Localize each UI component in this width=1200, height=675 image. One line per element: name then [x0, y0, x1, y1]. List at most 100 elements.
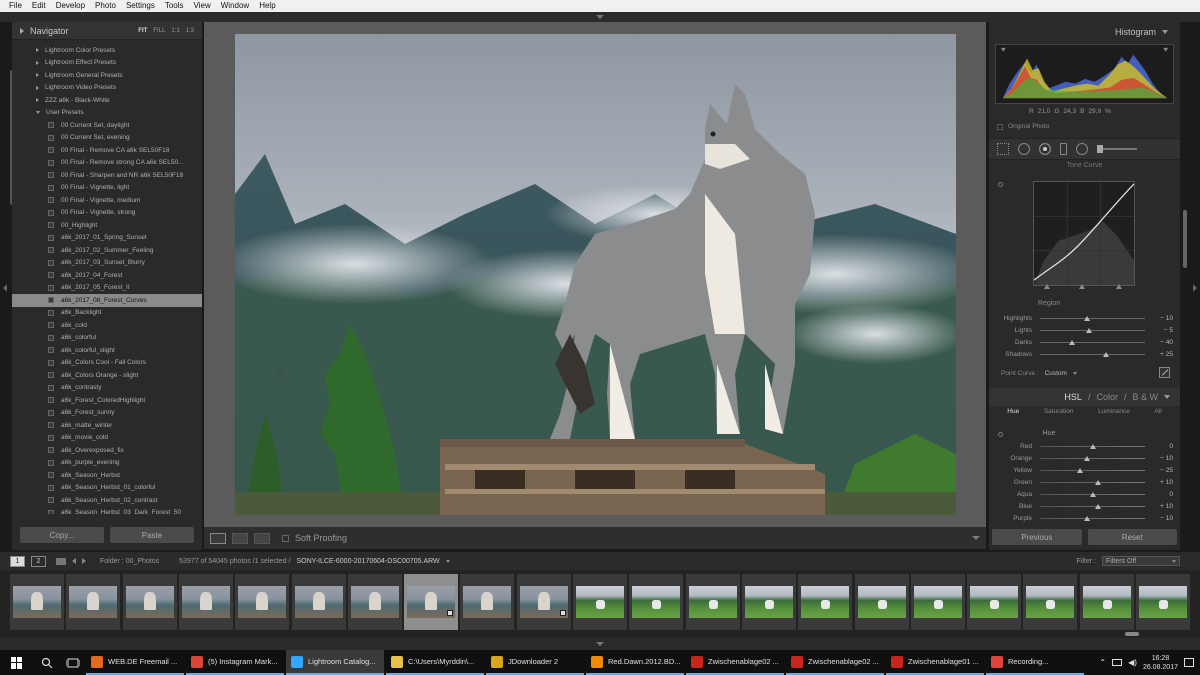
hsl-mode-tab[interactable]: Color	[1096, 392, 1118, 402]
grid-view-icon[interactable]	[56, 557, 66, 565]
curve-split-handles[interactable]	[1033, 284, 1135, 290]
bottom-panel-strip[interactable]	[0, 638, 1200, 650]
hsl-tab-luminance[interactable]: Luminance	[1098, 408, 1130, 422]
preset-item[interactable]: 00 Final - Vignette, strong	[12, 207, 202, 220]
zoom-option[interactable]: 1:3	[186, 28, 194, 34]
zoom-option[interactable]: 1:1	[171, 28, 179, 34]
split-handle-icon[interactable]	[1079, 284, 1085, 289]
taskbar-app[interactable]: Zwischenablage02 ...	[686, 650, 784, 675]
preset-item[interactable]: a6k_Season_Herbst_03_Dark_Forest_50	[12, 507, 202, 514]
filmstrip-thumbnail[interactable]	[1136, 574, 1190, 630]
red-eye-icon[interactable]	[1039, 143, 1051, 155]
slider-row-purple[interactable]: Purple − 10	[989, 512, 1180, 524]
preset-item[interactable]: a6k_cold	[12, 319, 202, 332]
thumbnail-image[interactable]	[744, 586, 793, 618]
chevron-down-icon[interactable]	[445, 559, 450, 563]
radial-filter-icon[interactable]	[1076, 143, 1088, 155]
filmstrip-thumbnail[interactable]	[741, 574, 796, 630]
slider-track[interactable]	[1040, 467, 1145, 473]
preset-item[interactable]: a6k_Season_Herbst_02_contrast	[12, 494, 202, 507]
preset-item[interactable]: a6k_Season_Herbst	[12, 469, 202, 482]
preset-item[interactable]: a6k_Forest_sunny	[12, 407, 202, 420]
menu-item-window[interactable]: Window	[216, 0, 254, 12]
menu-item-view[interactable]: View	[189, 0, 216, 12]
windows-start-icon[interactable]	[11, 656, 23, 669]
preset-item[interactable]: 00 Current Set, daylight	[12, 119, 202, 132]
hsl-mode-tab[interactable]: HSL	[1064, 392, 1082, 402]
thumbnail-image[interactable]	[350, 586, 399, 618]
preset-folder[interactable]: Lightroom Effect Presets	[12, 57, 202, 70]
filmstrip-thumbnail[interactable]	[291, 574, 346, 630]
slider-value[interactable]: − 40	[1145, 339, 1173, 346]
filmstrip-thumbnail[interactable]	[1023, 574, 1078, 630]
slider-row-blue[interactable]: Blue + 10	[989, 500, 1180, 512]
filmstrip-thumbnail[interactable]	[573, 574, 627, 630]
preset-item[interactable]: a6k_colorful_slight	[12, 344, 202, 357]
histogram-header[interactable]: Histogram	[989, 22, 1180, 42]
thumbnail-image[interactable]	[970, 586, 1019, 618]
preset-item[interactable]: 00 Final - Sharpen and NR a6k SEL50F18	[12, 169, 202, 182]
filmstrip-thumbnail[interactable]	[235, 574, 290, 630]
forward-arrow-icon[interactable]	[82, 558, 86, 564]
slider-value[interactable]: − 10	[1145, 315, 1173, 322]
slider-value[interactable]: − 5	[1145, 327, 1173, 334]
filmstrip-scrollbar[interactable]	[1125, 632, 1139, 636]
slider-row-shadows[interactable]: Shadows + 25	[989, 348, 1180, 360]
taskbar-app[interactable]: JDownloader 2	[486, 650, 584, 675]
slider-row-darks[interactable]: Darks − 40	[989, 336, 1180, 348]
point-curve-value[interactable]: Custom	[1045, 370, 1067, 377]
preset-item[interactable]: 00 Final - Vignette, medium	[12, 194, 202, 207]
preset-item[interactable]: a6k_2017_04_Forest	[12, 269, 202, 282]
thumbnail-image[interactable]	[463, 586, 512, 618]
slider-thumb[interactable]	[1076, 467, 1083, 473]
slider-track[interactable]	[1040, 491, 1145, 497]
preset-item[interactable]: 00 Final - Vignette, light	[12, 182, 202, 195]
slider-track[interactable]	[1040, 327, 1145, 333]
preset-item[interactable]: a6k_Overexposed_fix	[12, 444, 202, 457]
slider-value[interactable]: + 10	[1145, 503, 1173, 510]
curve-edit-icon[interactable]	[1159, 367, 1170, 378]
shadow-clipping-icon[interactable]	[1000, 47, 1006, 52]
bottom-panel-toggle-icon[interactable]	[596, 642, 604, 646]
preset-item[interactable]: a6k_2017_02_Summer_Feeling	[12, 244, 202, 257]
thumbnail-image[interactable]	[632, 586, 681, 618]
histogram-chart[interactable]	[995, 44, 1174, 104]
slider-row-highlights[interactable]: Highlights − 10	[989, 312, 1180, 324]
top-panel-strip[interactable]	[0, 12, 1200, 22]
thumbnail-image[interactable]	[181, 586, 230, 618]
menu-item-settings[interactable]: Settings	[121, 0, 160, 12]
preset-item[interactable]: a6k_colorful	[12, 332, 202, 345]
zoom-option[interactable]: FILL	[153, 28, 165, 34]
preset-item[interactable]: a6k_contrasty	[12, 382, 202, 395]
preset-item[interactable]: a6k_Colors Cool - Fall Colors	[12, 357, 202, 370]
slider-row-yellow[interactable]: Yellow − 25	[989, 464, 1180, 476]
filmstrip-thumbnail[interactable]	[122, 574, 177, 630]
filmstrip-thumbnail[interactable]	[629, 574, 684, 630]
slider-value[interactable]: 0	[1145, 443, 1173, 450]
reset-button[interactable]: Reset	[1087, 529, 1177, 545]
chevron-down-icon[interactable]	[1072, 372, 1077, 375]
preset-item[interactable]: a6k_Colors Orange - slight	[12, 369, 202, 382]
slider-row-orange[interactable]: Orange − 10	[989, 452, 1180, 464]
slider-thumb[interactable]	[1103, 351, 1110, 357]
slider-thumb[interactable]	[1089, 491, 1096, 497]
filmstrip-thumbnail[interactable]	[798, 574, 853, 630]
hsl-header[interactable]: HSL / Color / B & W	[989, 388, 1180, 406]
thumbnail-image[interactable]	[294, 586, 343, 618]
slider-thumb[interactable]	[1086, 327, 1093, 333]
preset-folder[interactable]: Lightroom Video Presets	[12, 82, 202, 95]
hsl-mode-tab[interactable]: B & W	[1132, 392, 1158, 402]
preset-folder[interactable]: ZZZ a6k - Black-White	[12, 94, 202, 107]
slider-row-aqua[interactable]: Aqua 0	[989, 488, 1180, 500]
slider-knob[interactable]	[1097, 145, 1103, 153]
thumbnail-image[interactable]	[1082, 586, 1131, 618]
thumbnail-image[interactable]	[69, 586, 118, 618]
paste-button[interactable]: Paste	[110, 527, 194, 543]
filmstrip-thumbnail[interactable]	[516, 574, 571, 630]
page-2-button[interactable]: 2	[31, 555, 46, 567]
preset-item[interactable]: a6k_2017_03_Sunset_Blurry	[12, 257, 202, 270]
slider-value[interactable]: + 25	[1145, 351, 1173, 358]
spot-removal-icon[interactable]	[1018, 143, 1030, 155]
folder-label[interactable]: Folder : 00_Photos	[100, 558, 159, 565]
slider-row-red[interactable]: Red 0	[989, 440, 1180, 452]
